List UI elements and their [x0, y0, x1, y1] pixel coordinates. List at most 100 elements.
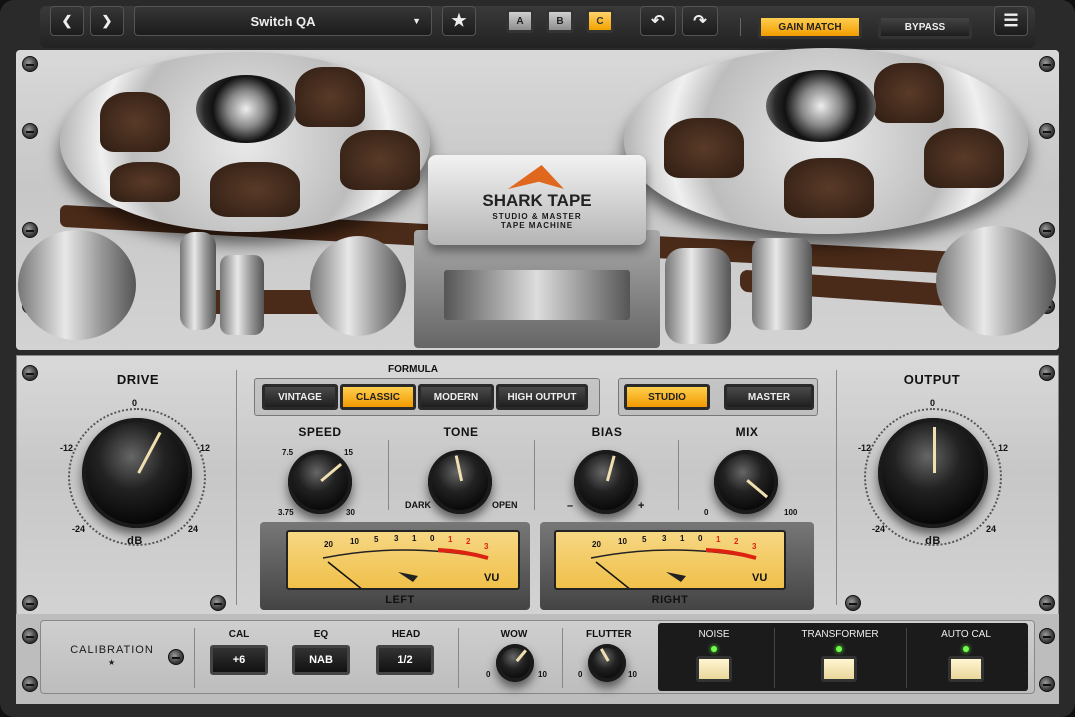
tape-guide	[220, 255, 264, 335]
redo-icon: ↷	[693, 13, 707, 30]
tone-knob[interactable]	[428, 450, 492, 514]
screw	[1039, 123, 1055, 139]
bottom-divider	[194, 628, 195, 688]
head-assembly	[414, 230, 660, 348]
toggle-divider	[906, 628, 907, 688]
vu-unit: VU	[752, 572, 768, 584]
transformer-led	[836, 646, 842, 652]
gain-match-button[interactable]: GAIN MATCH	[758, 15, 862, 39]
screw	[1039, 595, 1055, 611]
reel-window	[295, 67, 365, 127]
tone-knob-pointer	[454, 455, 463, 482]
head-title: HEAD	[391, 629, 421, 640]
noise-led	[711, 646, 717, 652]
formula-modern-button[interactable]: MODERN	[418, 384, 494, 410]
vu-mark: 1	[448, 535, 453, 544]
reel-window	[210, 162, 300, 217]
mix-max-label: 100	[784, 508, 798, 517]
cal-title: CAL	[228, 629, 250, 640]
output-tick-minus12: -12	[858, 443, 872, 453]
flutter-knob-pointer	[599, 648, 610, 663]
speed-knob[interactable]	[288, 450, 352, 514]
right-vu-meter: 20 10 5 3 1 0 1 2 3 VU	[554, 530, 786, 590]
output-knob-pointer	[933, 426, 936, 473]
preset-c-button[interactable]: C	[586, 9, 614, 33]
tone-open-label: OPEN	[492, 500, 518, 510]
vu-mark: 10	[350, 537, 359, 546]
screw	[845, 595, 861, 611]
bypass-button[interactable]: BYPASS	[878, 15, 972, 39]
tone-title: TONE	[443, 425, 479, 439]
cal-button[interactable]: +6	[210, 645, 268, 675]
preset-b-button[interactable]: B	[546, 9, 574, 33]
output-unit: dB	[925, 535, 941, 547]
output-knob[interactable]	[878, 418, 988, 528]
formula-high-output-button[interactable]: HIGH OUTPUT	[496, 384, 588, 410]
drive-knob-pointer	[137, 431, 162, 474]
mode-master-button[interactable]: MASTER	[724, 384, 814, 410]
undo-button[interactable]: ↶	[640, 6, 676, 36]
flutter-max-label: 10	[628, 670, 637, 679]
output-tick-0: 0	[930, 398, 936, 408]
tone-dark-label: DARK	[405, 500, 431, 510]
wow-min-label: 0	[486, 670, 491, 679]
formula-classic-button[interactable]: CLASSIC	[340, 384, 416, 410]
chevron-right-icon: ❯	[101, 13, 113, 28]
section-divider	[836, 370, 837, 605]
brand-subtitle-1: STUDIO & MASTER	[492, 212, 582, 221]
mix-title: MIX	[735, 425, 759, 439]
vu-mark: 3	[394, 534, 399, 543]
bias-title: BIAS	[591, 425, 623, 439]
eq-button[interactable]: NAB	[292, 645, 350, 675]
bias-knob-pointer	[606, 455, 616, 482]
screw	[22, 123, 38, 139]
wow-knob[interactable]	[496, 644, 534, 682]
menu-button[interactable]: ☰	[994, 6, 1028, 36]
vu-mark: 3	[752, 542, 757, 551]
speed-knob-pointer	[320, 463, 343, 482]
head-button[interactable]: 1/2	[376, 645, 434, 675]
flutter-title: FLUTTER	[586, 629, 632, 640]
preset-a-button[interactable]: A	[506, 9, 534, 33]
output-tick-minus24: -24	[872, 524, 886, 534]
chevron-left-icon: ❮	[61, 13, 73, 28]
formula-vintage-button[interactable]: VINTAGE	[262, 384, 338, 410]
screw	[1039, 628, 1055, 644]
eq-title: EQ	[313, 629, 329, 640]
bottom-divider	[562, 628, 563, 688]
preset-selector[interactable]: Switch QA ▼	[134, 6, 432, 36]
drive-tick-0: 0	[132, 398, 138, 408]
right-vu-scale	[590, 548, 757, 588]
reel-window	[664, 118, 744, 178]
drive-tick-24: 24	[188, 524, 199, 534]
flutter-knob[interactable]	[588, 644, 626, 682]
star-icon: ★	[108, 658, 116, 667]
left-reel-hub	[196, 75, 296, 143]
speed-tick-7-5: 7.5	[282, 448, 294, 457]
next-preset-button[interactable]: ❯	[90, 6, 124, 36]
drive-knob[interactable]	[82, 418, 192, 528]
right-tension-roller	[936, 226, 1056, 336]
preset-name: Switch QA	[250, 13, 316, 29]
speed-tick-15: 15	[344, 448, 353, 457]
autocal-toggle[interactable]	[948, 656, 984, 682]
vu-mark: 0	[430, 534, 435, 543]
favorite-button[interactable]: ★	[442, 6, 476, 36]
bias-plus-label: +	[638, 500, 645, 512]
transformer-title: TRANSFORMER	[801, 629, 879, 640]
vu-mark: 0	[698, 534, 703, 543]
output-tick-24: 24	[986, 524, 997, 534]
mix-knob[interactable]	[714, 450, 778, 514]
vu-mark: 10	[618, 537, 627, 546]
noise-toggle[interactable]	[696, 656, 732, 682]
mix-knob-pointer	[746, 479, 769, 499]
drive-unit: dB	[127, 535, 143, 547]
bias-knob[interactable]	[574, 450, 638, 514]
vu-mark: 1	[680, 534, 685, 543]
vu-mark: 2	[734, 537, 739, 546]
caret-down-icon: ▼	[412, 16, 421, 26]
prev-preset-button[interactable]: ❮	[50, 6, 84, 36]
mode-studio-button[interactable]: STUDIO	[624, 384, 710, 410]
redo-button[interactable]: ↷	[682, 6, 718, 36]
transformer-toggle[interactable]	[821, 656, 857, 682]
